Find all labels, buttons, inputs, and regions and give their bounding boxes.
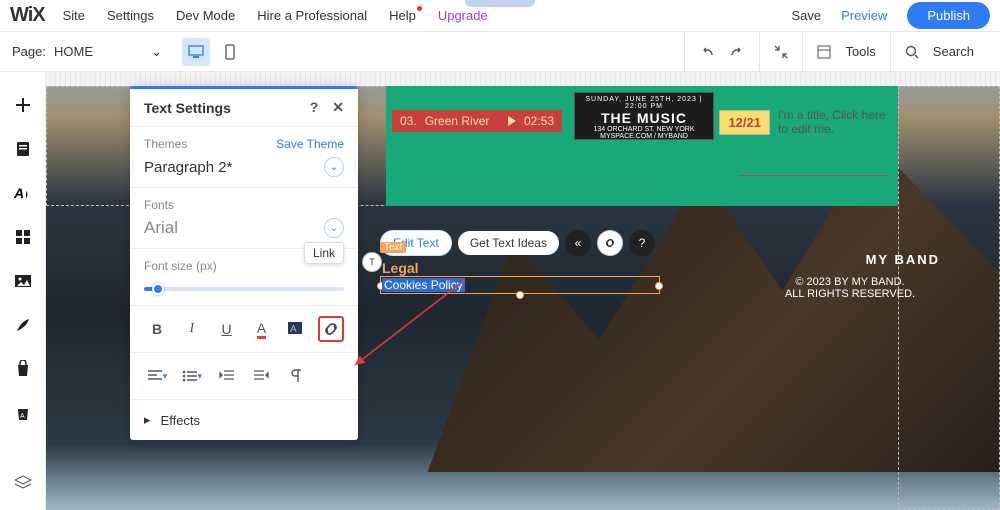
track-number: 03. — [400, 114, 417, 128]
menu-help[interactable]: Help — [389, 8, 416, 23]
element-tag: Text — [380, 242, 406, 253]
cookies-policy-text[interactable]: Cookies Policy — [382, 278, 465, 292]
font-value[interactable]: Arial — [144, 218, 178, 238]
search-icon — [905, 45, 919, 59]
svg-text:A: A — [20, 413, 25, 420]
second-bar: Page: HOME ⌄ Tools Search — [0, 32, 1000, 72]
top-menu: Site Settings Dev Mode Hire a Profession… — [63, 8, 488, 23]
blog-button[interactable] — [12, 314, 34, 336]
panel-help-button[interactable]: ? — [310, 99, 319, 116]
chevron-right-icon: ▸ — [144, 412, 151, 428]
panel-title: Text Settings — [144, 100, 231, 116]
event-card[interactable]: SUNDAY, JUNE 25TH, 2023 | 22:00 PM THE M… — [574, 92, 714, 140]
horizontal-ruler — [46, 72, 1000, 86]
apps-button[interactable] — [12, 226, 34, 248]
play-icon[interactable] — [508, 116, 516, 126]
desktop-viewport-button[interactable] — [182, 38, 210, 66]
store-button[interactable] — [12, 358, 34, 380]
slider-knob[interactable] — [152, 283, 164, 295]
event-title: THE MUSIC — [578, 110, 710, 126]
menu-site[interactable]: Site — [63, 8, 85, 23]
add-button[interactable] — [12, 94, 34, 116]
italic-button[interactable]: I — [179, 316, 205, 342]
left-sidebar: A A — [0, 72, 46, 510]
indent-decrease-button[interactable] — [214, 363, 240, 389]
align-button[interactable]: ▾ — [144, 363, 170, 389]
svg-text:A: A — [14, 185, 24, 201]
effects-label: Effects — [161, 413, 201, 428]
resize-handle[interactable] — [655, 282, 663, 290]
tab-pull-handle[interactable] — [465, 0, 535, 7]
format-row-1: B I U A A — [130, 305, 358, 352]
page-selector[interactable]: Page: HOME ⌄ — [12, 44, 162, 60]
menu-hire[interactable]: Hire a Professional — [257, 8, 367, 23]
store-badge-button[interactable]: A — [12, 402, 34, 424]
event-site: MYSPACE.COM / MYBAND — [578, 133, 710, 140]
menu-settings[interactable]: Settings — [107, 8, 154, 23]
tools-icon — [817, 45, 831, 59]
format-row-2: ▾ ▾ — [130, 352, 358, 399]
save-theme-button[interactable]: Save Theme — [276, 137, 344, 151]
copyright-text[interactable]: © 2023 BY MY BAND. ALL RIGHTS RESERVED. — [760, 276, 940, 300]
preview-button[interactable]: Preview — [841, 8, 887, 23]
chevron-down-icon: ⌄ — [151, 44, 162, 60]
theme-dropdown-button[interactable]: ⌄ — [324, 157, 344, 177]
list-button[interactable]: ▾ — [179, 363, 205, 389]
copyright-line2: ALL RIGHTS RESERVED. — [760, 288, 940, 300]
publish-button[interactable]: Publish — [907, 2, 990, 29]
text-color-button[interactable]: A — [248, 316, 274, 342]
direction-button[interactable] — [283, 363, 309, 389]
copyright-line1: © 2023 BY MY BAND. — [760, 276, 940, 288]
underline-button[interactable]: U — [214, 316, 240, 342]
page-name: HOME — [54, 44, 93, 59]
band-name[interactable]: MY BAND — [866, 252, 940, 267]
tools-button[interactable]: Tools — [845, 44, 875, 59]
menu-upgrade[interactable]: Upgrade — [438, 8, 488, 23]
theme-value[interactable]: Paragraph 2* — [144, 159, 232, 176]
text-settings-panel: Text Settings ? ✕ Themes Save Theme Para… — [130, 86, 358, 440]
collapse-button[interactable] — [774, 45, 788, 59]
indent-increase-button[interactable] — [248, 363, 274, 389]
font-dropdown-button[interactable]: ⌄ — [324, 218, 344, 238]
music-track[interactable]: 03. Green River 02:53 — [392, 110, 562, 132]
redo-button[interactable] — [729, 45, 745, 59]
link-button[interactable] — [318, 316, 344, 342]
font-size-label: Font size (px) — [144, 259, 217, 273]
search-button[interactable]: Search — [933, 44, 974, 59]
divider-line — [738, 175, 888, 176]
theme-button[interactable]: A — [12, 182, 34, 204]
track-time: 02:53 — [524, 114, 554, 128]
mobile-viewport-button[interactable] — [216, 38, 244, 66]
highlight-button[interactable]: A — [283, 316, 309, 342]
undo-button[interactable] — [699, 45, 715, 59]
legal-heading[interactable]: Legal — [382, 260, 419, 276]
track-name: Green River — [425, 114, 490, 128]
resize-handle[interactable] — [516, 291, 524, 299]
event-datetime: SUNDAY, JUNE 25TH, 2023 | 22:00 PM — [578, 96, 710, 110]
editable-title[interactable]: I'm a title, Click here to edit me. — [778, 108, 888, 136]
page-prefix: Page: — [12, 44, 46, 59]
svg-text:A: A — [290, 324, 297, 335]
panel-close-button[interactable]: ✕ — [332, 99, 344, 116]
pages-button[interactable] — [12, 138, 34, 160]
media-button[interactable] — [12, 270, 34, 292]
effects-section[interactable]: ▸ Effects — [130, 399, 358, 440]
save-button[interactable]: Save — [791, 8, 821, 23]
hero-section[interactable]: 03. Green River 02:53 SUNDAY, JUNE 25TH,… — [386, 86, 898, 206]
link-tooltip: Link — [304, 242, 344, 264]
fonts-label: Fonts — [144, 198, 174, 212]
menu-devmode[interactable]: Dev Mode — [176, 8, 235, 23]
date-badge[interactable]: 12/21 — [719, 110, 770, 135]
wix-logo: WiX — [10, 4, 45, 27]
bold-button[interactable]: B — [144, 316, 170, 342]
event-address: 134 ORCHARD ST. NEW YORK — [578, 126, 710, 133]
layers-button[interactable] — [12, 472, 34, 494]
font-size-slider[interactable] — [144, 287, 344, 291]
themes-label: Themes — [144, 137, 187, 151]
